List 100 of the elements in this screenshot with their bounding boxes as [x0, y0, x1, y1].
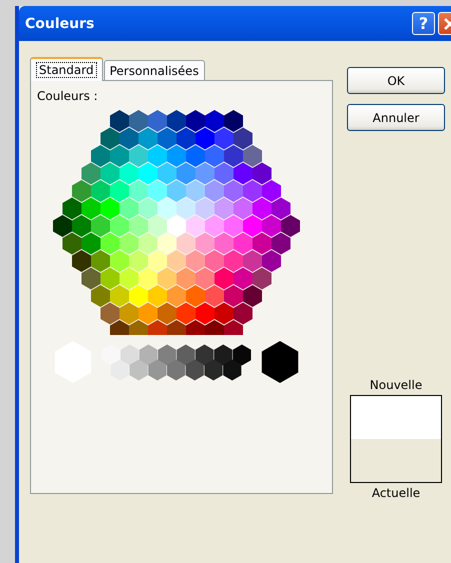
color-swatch[interactable]	[205, 285, 224, 307]
color-swatch[interactable]	[176, 198, 196, 220]
color-swatch[interactable]	[196, 198, 214, 220]
color-swatch[interactable]	[129, 285, 148, 307]
color-swatch[interactable]	[224, 110, 243, 132]
color-swatch[interactable]	[196, 162, 214, 184]
color-swatch[interactable]	[138, 268, 158, 290]
color-swatch[interactable]	[110, 250, 129, 272]
color-swatch[interactable]	[176, 268, 196, 290]
color-swatch[interactable]	[204, 360, 223, 380]
color-swatch[interactable]	[186, 320, 205, 335]
color-swatch[interactable]	[158, 344, 176, 366]
color-swatch[interactable]	[110, 215, 129, 237]
color-swatch[interactable]	[205, 145, 224, 167]
color-swatch[interactable]	[186, 180, 205, 202]
color-swatch[interactable]	[110, 285, 129, 307]
color-swatch[interactable]	[130, 360, 148, 380]
color-swatch[interactable]	[82, 268, 100, 290]
color-swatch[interactable]	[243, 285, 262, 307]
cancel-button[interactable]: Annuler	[347, 104, 445, 131]
color-swatch[interactable]	[214, 162, 234, 184]
color-swatch[interactable]	[214, 268, 234, 290]
color-swatch[interactable]	[234, 198, 252, 220]
color-swatch[interactable]	[138, 302, 158, 324]
color-swatch[interactable]	[53, 215, 72, 237]
color-swatch[interactable]	[176, 302, 196, 324]
color-swatch[interactable]	[148, 285, 167, 307]
color-swatch[interactable]	[243, 180, 262, 202]
color-swatch[interactable]	[100, 128, 120, 150]
color-swatch[interactable]	[148, 180, 167, 202]
color-swatch[interactable]	[100, 302, 120, 324]
tab[interactable]: Personnalisées	[104, 60, 205, 80]
color-swatch[interactable]	[224, 215, 243, 237]
color-swatch[interactable]	[138, 128, 158, 150]
color-swatch[interactable]	[234, 302, 252, 324]
color-swatch[interactable]	[214, 232, 234, 254]
color-swatch[interactable]	[72, 215, 91, 237]
color-swatch[interactable]	[148, 320, 167, 335]
color-swatch[interactable]	[167, 215, 186, 237]
color-swatch[interactable]	[110, 180, 129, 202]
color-swatch[interactable]	[91, 145, 110, 167]
color-swatch[interactable]	[100, 198, 120, 220]
color-swatch[interactable]	[62, 232, 82, 254]
color-swatch[interactable]	[72, 250, 91, 272]
color-swatch[interactable]	[234, 128, 252, 150]
color-swatch[interactable]	[186, 145, 205, 167]
color-swatch[interactable]	[224, 145, 243, 167]
color-swatch[interactable]	[110, 360, 130, 380]
color-swatch[interactable]	[129, 320, 148, 335]
color-swatch[interactable]	[186, 285, 205, 307]
color-swatch[interactable]	[224, 180, 243, 202]
color-swatch[interactable]	[82, 162, 100, 184]
color-swatch[interactable]	[214, 128, 234, 150]
color-swatch[interactable]	[82, 232, 100, 254]
color-swatch[interactable]	[129, 180, 148, 202]
color-swatch[interactable]	[205, 215, 224, 237]
color-swatch[interactable]	[186, 215, 205, 237]
color-swatch[interactable]	[158, 162, 176, 184]
color-swatch[interactable]	[62, 198, 82, 220]
color-swatch[interactable]	[214, 344, 232, 366]
color-swatch[interactable]	[186, 250, 205, 272]
color-swatch[interactable]	[167, 250, 186, 272]
color-swatch[interactable]	[120, 128, 138, 150]
color-swatch[interactable]	[252, 268, 272, 290]
color-swatch[interactable]	[100, 232, 120, 254]
color-swatch[interactable]	[129, 215, 148, 237]
help-button[interactable]: ?	[412, 12, 435, 35]
color-swatch[interactable]	[138, 198, 158, 220]
color-swatch[interactable]	[243, 145, 262, 167]
color-swatch[interactable]	[223, 360, 242, 380]
color-swatch[interactable]	[91, 180, 110, 202]
color-swatch[interactable]	[176, 128, 196, 150]
color-swatch[interactable]	[272, 198, 290, 220]
color-swatch[interactable]	[205, 180, 224, 202]
color-swatch[interactable]	[272, 232, 290, 254]
color-swatch[interactable]	[234, 268, 252, 290]
color-swatch[interactable]	[91, 215, 110, 237]
color-swatch[interactable]	[167, 360, 186, 380]
color-swatch[interactable]	[167, 285, 186, 307]
color-swatch[interactable]	[234, 162, 252, 184]
color-swatch[interactable]	[148, 250, 167, 272]
tab[interactable]: Standard	[30, 57, 103, 81]
color-swatch[interactable]	[129, 250, 148, 272]
color-swatch[interactable]	[148, 360, 166, 380]
color-swatch[interactable]	[196, 302, 214, 324]
color-swatch[interactable]	[158, 302, 176, 324]
color-swatch[interactable]	[110, 110, 129, 132]
color-swatch[interactable]	[252, 162, 272, 184]
color-swatch[interactable]	[214, 198, 234, 220]
color-swatch[interactable]	[262, 250, 281, 272]
color-swatch[interactable]	[110, 320, 129, 335]
ok-button[interactable]: OK	[347, 67, 445, 94]
color-swatch[interactable]	[148, 145, 167, 167]
color-swatch[interactable]	[167, 145, 186, 167]
color-swatch[interactable]	[196, 128, 214, 150]
color-swatch[interactable]	[139, 344, 158, 366]
color-swatch[interactable]	[176, 162, 196, 184]
color-swatch[interactable]	[102, 344, 120, 366]
color-swatch[interactable]	[205, 110, 224, 132]
color-swatch[interactable]	[214, 302, 234, 324]
